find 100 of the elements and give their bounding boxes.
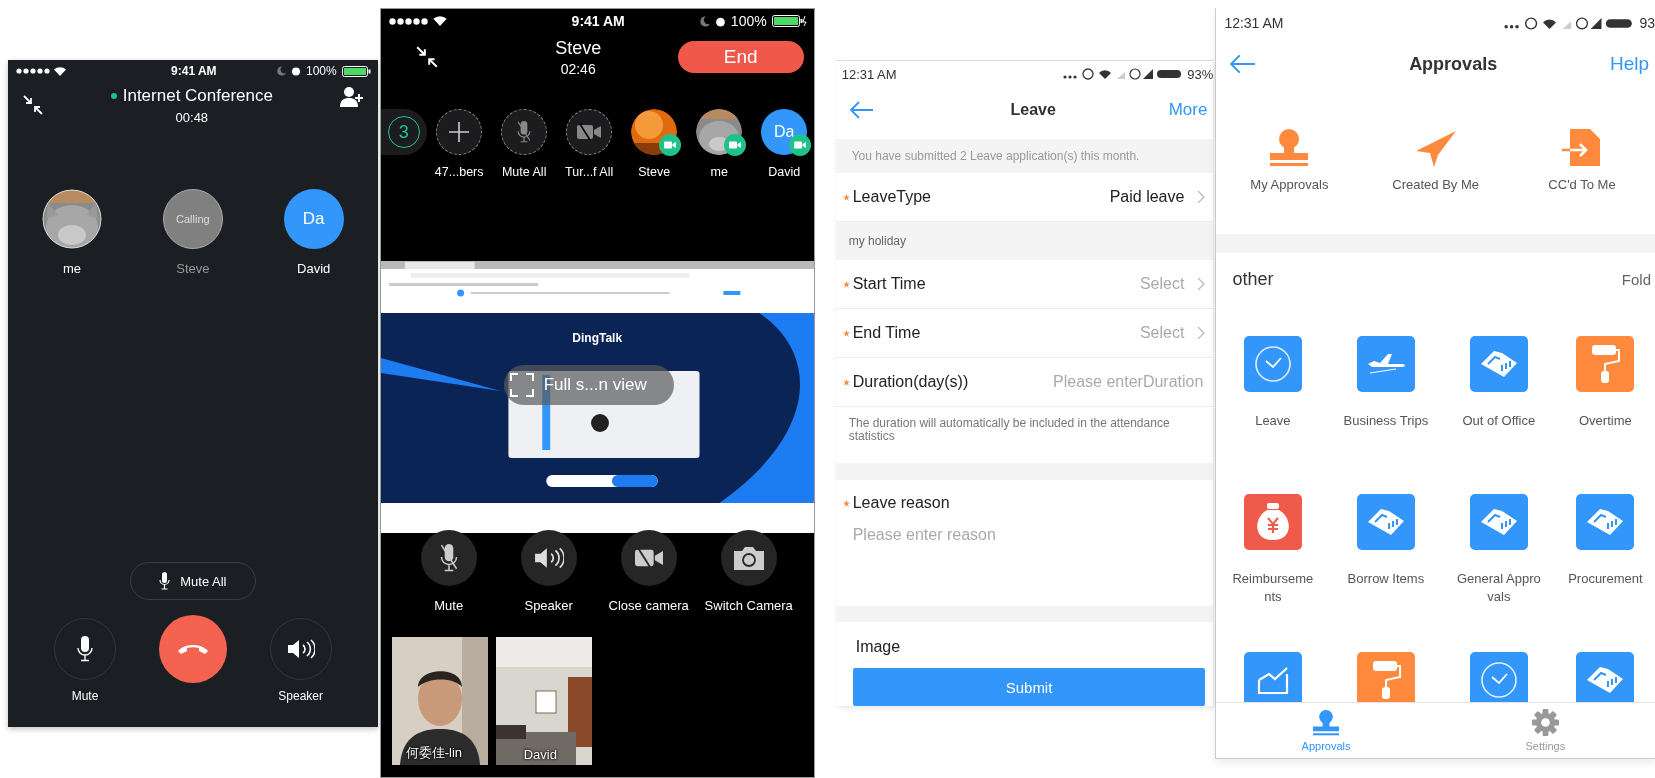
field-label: Start Time xyxy=(852,275,926,293)
roller-tile[interactable] xyxy=(1576,336,1635,392)
add-member-button[interactable] xyxy=(436,109,483,155)
call-duration: 00:48 xyxy=(175,110,209,125)
more-link[interactable]: More xyxy=(1168,100,1208,120)
signal-icon xyxy=(16,68,50,74)
control-label: Speaker xyxy=(524,598,573,613)
handshake-icon xyxy=(1366,507,1405,537)
roller-tile[interactable] xyxy=(1356,652,1415,702)
paper-plane-icon xyxy=(1415,131,1456,167)
moon-icon xyxy=(699,15,710,27)
caller-name: Steve xyxy=(555,37,602,59)
chart-tile[interactable] xyxy=(1243,652,1302,702)
field-label: Leave reason xyxy=(852,494,950,512)
clock-icon xyxy=(1253,345,1292,383)
shortcut-button[interactable]: My Approvals xyxy=(1216,106,1363,192)
submit-button[interactable]: Submit xyxy=(852,668,1206,706)
select-placeholder[interactable]: Select xyxy=(1139,324,1185,342)
battery-icon xyxy=(341,65,372,77)
participant-name: David xyxy=(297,261,331,276)
paint-roller-icon xyxy=(1370,660,1401,700)
chevron-icon xyxy=(1197,190,1206,204)
control-label: Close camera xyxy=(608,598,689,613)
clock-icon xyxy=(1479,661,1518,699)
clock-tile[interactable] xyxy=(1469,652,1528,702)
handshake-tile[interactable] xyxy=(1469,494,1528,550)
speaker-icon xyxy=(286,639,315,659)
handshake-icon xyxy=(1479,349,1518,379)
chevron-icon xyxy=(1197,277,1206,291)
field-label: End Time xyxy=(852,324,921,342)
status-time: 12:31 AM xyxy=(841,66,897,82)
muted-microphone-icon xyxy=(439,544,458,572)
field-label: Image xyxy=(855,638,901,655)
moneybag-tile[interactable] xyxy=(1243,494,1302,550)
handshake-icon xyxy=(1479,507,1518,537)
field-label: LeaveType xyxy=(852,188,931,206)
shortcut-button[interactable]: Created By Me xyxy=(1362,106,1509,192)
select-placeholder[interactable]: Select xyxy=(1139,275,1185,293)
add-person-icon[interactable] xyxy=(339,86,364,108)
tab[interactable]: Approvals xyxy=(1216,703,1436,758)
member-label: Steve xyxy=(638,165,671,179)
signal-icon xyxy=(388,17,429,25)
plane-tile[interactable] xyxy=(1356,336,1415,392)
settings-icon xyxy=(1531,709,1559,736)
full-screen-button[interactable]: Full s...n view xyxy=(503,365,674,405)
wifi-icon xyxy=(54,66,66,76)
status-time: 9:41 AM xyxy=(571,13,625,29)
member-label: Tur...f All xyxy=(565,165,614,179)
minimize-icon[interactable] xyxy=(22,94,44,116)
select-value[interactable]: Paid leave xyxy=(1109,188,1185,206)
battery-icon xyxy=(771,15,808,27)
battery-percent: 93 xyxy=(1639,15,1655,31)
tab[interactable]: Settings xyxy=(1435,703,1655,758)
document-icon xyxy=(1562,129,1602,167)
muted-microphone-icon xyxy=(517,121,532,143)
clock-tile[interactable] xyxy=(1243,336,1302,392)
camera-off-icon xyxy=(577,124,602,140)
mute-all-button[interactable] xyxy=(501,109,548,155)
control-label: Mute xyxy=(71,689,99,703)
calling-avatar: Calling xyxy=(162,189,223,249)
battery-percent: 93% xyxy=(1187,66,1214,82)
control-label: Switch Camera xyxy=(704,598,793,613)
battery-percent: 100% xyxy=(305,64,337,78)
section-title: other xyxy=(1232,268,1274,290)
call-title: Internet Conference xyxy=(122,86,273,106)
status-time: 9:41 AM xyxy=(171,64,217,78)
help-link[interactable]: Help xyxy=(1609,53,1649,75)
switch-camera-icon xyxy=(733,546,764,570)
notice-text: You have submitted 2 Leave application(s) this month. xyxy=(835,139,1214,173)
field-label: Duration(day(s)) xyxy=(852,373,969,391)
page-title: Leave xyxy=(1010,101,1056,119)
member-label: me xyxy=(710,165,728,179)
fold-link[interactable]: Fold xyxy=(1621,270,1651,288)
handshake-icon xyxy=(1586,507,1625,537)
cameras-off-button[interactable] xyxy=(566,109,613,155)
alarm-icon xyxy=(290,66,301,76)
shortcut-button[interactable]: CC'd To Me xyxy=(1509,106,1655,192)
camera-off-icon xyxy=(634,548,663,568)
participant-name: me xyxy=(62,261,82,276)
plus-icon xyxy=(449,122,470,142)
control-label: Mute xyxy=(434,598,464,613)
wifi-icon xyxy=(432,16,447,26)
paint-roller-icon xyxy=(1590,344,1621,384)
member-label: Mute All xyxy=(501,165,547,179)
item-label: Procurement xyxy=(1567,570,1644,588)
member-count-pill[interactable]: 3 xyxy=(380,109,427,155)
handshake-tile[interactable] xyxy=(1469,336,1528,392)
initials-avatar: Da xyxy=(283,189,344,249)
handshake-tile[interactable] xyxy=(1356,494,1415,550)
back-arrow-icon[interactable] xyxy=(849,101,874,119)
end-call-button[interactable]: End xyxy=(677,41,804,73)
back-arrow-icon[interactable] xyxy=(1230,54,1257,74)
handshake-icon xyxy=(1586,665,1625,695)
item-label: Overtime xyxy=(1578,412,1633,430)
alarm-icon xyxy=(714,15,726,27)
minimize-icon[interactable] xyxy=(414,45,439,69)
handshake-tile[interactable] xyxy=(1576,652,1635,702)
member-label: David xyxy=(768,165,801,179)
handshake-tile[interactable] xyxy=(1576,494,1635,550)
control-label: Speaker xyxy=(278,689,324,703)
